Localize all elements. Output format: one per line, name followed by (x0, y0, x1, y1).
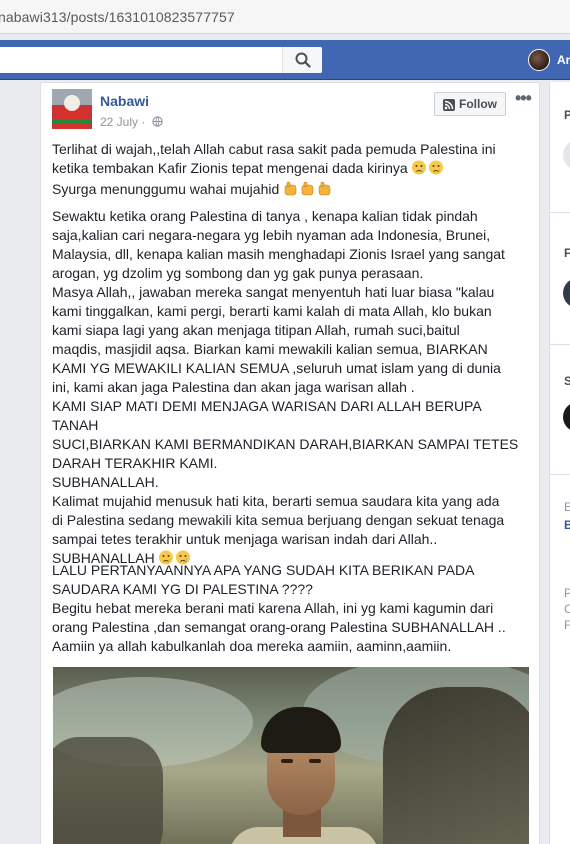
sidebar-text: P (564, 586, 570, 600)
paragraph-text: Syurga menunggumu wahai mujahid (52, 181, 280, 197)
user-avatar[interactable] (528, 49, 550, 71)
sidebar-heading: P (564, 108, 570, 122)
user-name[interactable]: Ar (557, 53, 570, 67)
post-meta: 22 July · (100, 115, 163, 129)
sidebar-text: C (564, 602, 570, 616)
post-closing: LALU PERTANYAANNYA APA YANG SUDAH KITA B… (52, 561, 530, 656)
search-input[interactable] (0, 47, 322, 73)
post-paragraph: Terlihat di wajah,,telah Allah cabut ras… (52, 140, 530, 180)
globe-icon (152, 116, 163, 127)
sidebar-heading: F (564, 246, 570, 260)
meta-separator: · (141, 115, 146, 129)
raised-fist-emoji (283, 181, 333, 201)
post-paragraph: Sewaktu ketika orang Palestina di tanya … (52, 208, 519, 547)
post-photo[interactable] (53, 667, 529, 844)
author-avatar[interactable] (52, 89, 92, 129)
sidebar-thumbnail[interactable] (563, 402, 570, 432)
crying-face-emoji (411, 160, 444, 180)
post-body: Sewaktu ketika orang Palestina di tanya … (52, 207, 530, 570)
post-paragraph: Syurga menunggumu wahai mujahid (52, 180, 530, 201)
rss-follow-icon (443, 99, 455, 111)
top-navigation-bar: Ar (0, 40, 570, 80)
post-date[interactable]: 22 July (100, 115, 138, 129)
sidebar-thumbnail[interactable] (563, 140, 570, 170)
post-options-button[interactable]: ••• (515, 89, 532, 107)
search-icon (295, 52, 311, 68)
search-button[interactable] (282, 47, 322, 73)
sidebar-text: F (564, 618, 570, 632)
post-paragraph: LALU PERTANYAANNYA APA YANG SUDAH KITA B… (52, 562, 506, 654)
post-card: Nabawi 22 July · Follow ••• Terlihat di … (40, 82, 540, 844)
sidebar-heading: S (564, 374, 570, 388)
post-intro: Terlihat di wajah,,telah Allah cabut ras… (52, 140, 530, 201)
post-author[interactable]: Nabawi (100, 93, 149, 109)
sidebar-link[interactable]: B (564, 518, 570, 532)
address-url[interactable]: nabawi313/posts/1631010823577757 (0, 9, 235, 25)
sidebar-thumbnail[interactable] (563, 278, 570, 308)
browser-address-bar[interactable]: nabawi313/posts/1631010823577757 (0, 0, 570, 34)
follow-button[interactable]: Follow (434, 92, 506, 116)
sidebar-text: E (564, 500, 570, 514)
follow-label: Follow (459, 97, 497, 111)
right-sidebar: P F S E B P C F (549, 82, 570, 844)
